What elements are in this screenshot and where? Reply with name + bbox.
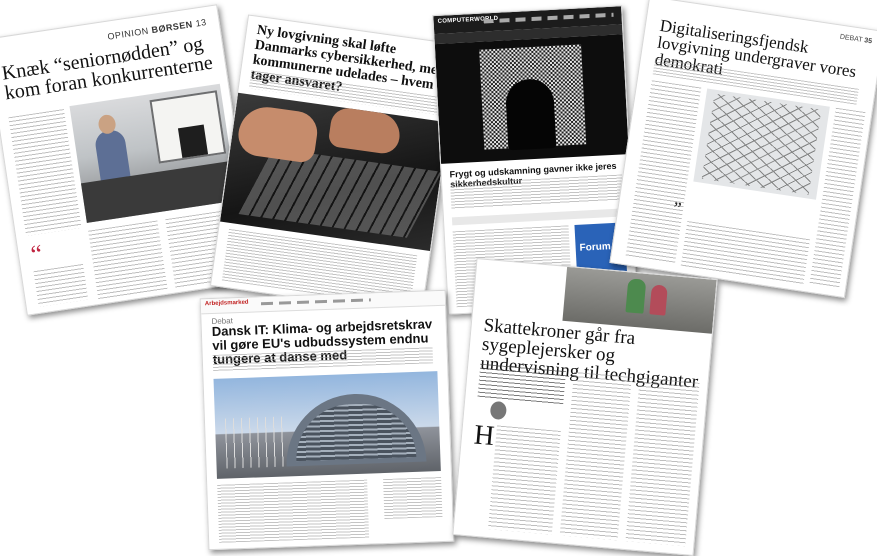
body-text (680, 221, 811, 285)
author-avatar (489, 400, 508, 421)
article-clipping-skattekroner: Skattekroner går fra sygeplejersker og u… (452, 257, 718, 556)
paper-name: BØRSEN (150, 19, 194, 36)
article-clipping-kommuner: Ny lovgivning skal løfte Danmarks cybers… (209, 14, 461, 316)
flagpoles (224, 416, 287, 469)
body-text (217, 479, 370, 543)
pull-quote-text (33, 263, 89, 307)
body-text (559, 371, 632, 541)
tv-static-photo (434, 34, 629, 164)
body-text (625, 377, 700, 547)
parliament-photo (213, 371, 441, 479)
article-photo (69, 83, 238, 223)
drop-cap: H (472, 419, 496, 453)
body-text (487, 425, 561, 535)
page-number: 13 (194, 17, 208, 29)
page-number: 35 (863, 37, 873, 46)
article-standfirst (477, 363, 567, 406)
web-drawing-photo (693, 88, 830, 200)
hand-shape (235, 103, 320, 164)
site-nav-bar: Arbejdsmarked (200, 290, 446, 315)
person-figure (625, 278, 647, 314)
section-label: DEBAT (839, 33, 863, 44)
body-text (8, 109, 82, 236)
site-logo: Arbejdsmarked (204, 299, 249, 308)
article-clipping-digitalisering: DEBAT 35 Digitaliseringsfjendsk lovgivni… (609, 0, 877, 299)
person-figure (649, 284, 668, 316)
web-drawing (701, 93, 822, 195)
sidebar-links (383, 477, 443, 520)
advert-title: Forum (579, 241, 612, 254)
quote-icon: “ (28, 238, 45, 270)
body-text (88, 220, 168, 301)
section-label: OPINION (106, 25, 150, 42)
keyboard-keys (238, 148, 442, 238)
keyboard-photo (220, 92, 449, 252)
monitor-shape (177, 124, 209, 159)
silhouette-figure (504, 77, 557, 151)
article-clipping-arbejdsmarked: Arbejdsmarked Debat Dansk IT: Klima- og … (199, 289, 455, 551)
nav-links (260, 298, 371, 306)
hand-shape (327, 106, 403, 156)
nav-links (483, 12, 614, 24)
